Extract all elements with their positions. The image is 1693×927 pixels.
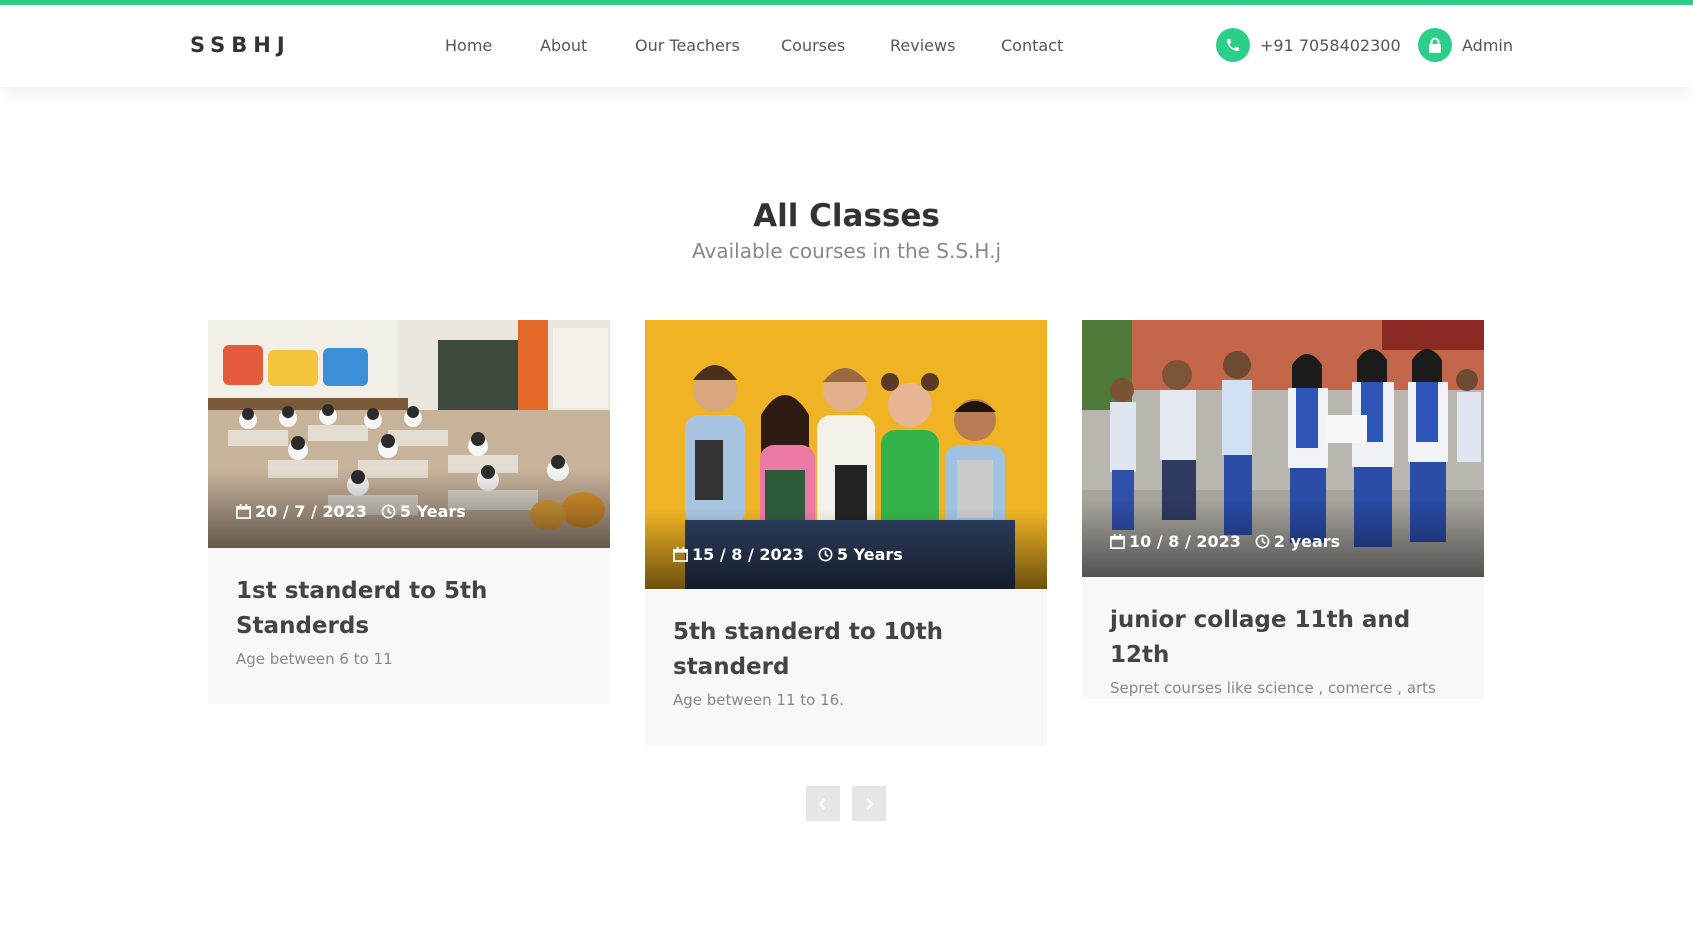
course-card[interactable]: 15 / 8 / 2023 5 Years 5th standerd to 10… — [645, 320, 1047, 746]
course-meta: 20 / 7 / 2023 5 Years — [236, 502, 480, 521]
chevron-right-icon — [866, 797, 874, 810]
clock-icon — [1255, 534, 1270, 549]
course-description: Age between 6 to 11 — [236, 650, 393, 668]
phone-number: +91 7058402300 — [1260, 35, 1401, 55]
brand-logo[interactable]: SSBHJ — [190, 33, 291, 57]
nav-our-teachers[interactable]: Our Teachers — [635, 36, 740, 55]
course-duration: 2 years — [1273, 532, 1341, 551]
course-date: 20 / 7 / 2023 — [255, 502, 367, 521]
nav-about[interactable]: About — [540, 36, 587, 55]
section-title: All Classes — [753, 198, 940, 234]
course-meta: 15 / 8 / 2023 5 Years — [673, 545, 917, 564]
carousel-prev-button[interactable] — [806, 786, 840, 821]
course-date: 10 / 8 / 2023 — [1129, 532, 1241, 551]
lock-icon — [1418, 28, 1452, 62]
course-title[interactable]: 5th standerd to 10th standerd — [673, 615, 1019, 685]
course-meta: 10 / 8 / 2023 2 years — [1110, 532, 1354, 551]
chevron-left-icon — [818, 797, 826, 810]
admin-label: Admin — [1462, 35, 1513, 55]
navbar: SSBHJ Home About Our Teachers Courses Re… — [0, 5, 1693, 87]
course-card[interactable]: 20 / 7 / 2023 5 Years 1st standerd to 5t… — [208, 320, 610, 704]
carousel-next-button[interactable] — [852, 786, 886, 821]
phone-icon — [1216, 28, 1250, 62]
course-duration: 5 Years — [836, 545, 903, 564]
course-date: 15 / 8 / 2023 — [692, 545, 804, 564]
students-yellow-background-photo: 15 / 8 / 2023 5 Years — [645, 320, 1047, 589]
calendar-icon — [236, 504, 251, 519]
nav-reviews[interactable]: Reviews — [890, 36, 955, 55]
nav-contact[interactable]: Contact — [1001, 36, 1063, 55]
clock-icon — [381, 504, 396, 519]
classroom-photo: 20 / 7 / 2023 5 Years — [208, 320, 610, 548]
phone-contact[interactable]: +91 7058402300 — [1216, 28, 1401, 62]
course-description: Sepret courses like science , comerce , … — [1110, 679, 1436, 697]
course-title[interactable]: junior collage 11th and 12th — [1110, 603, 1456, 673]
clock-icon — [818, 547, 833, 562]
section-subtitle: Available courses in the S.S.H.j — [692, 239, 1001, 263]
course-description: Age between 11 to 16. — [673, 691, 844, 709]
admin-link[interactable]: Admin — [1418, 28, 1513, 62]
course-title[interactable]: 1st standerd to 5th Standerds — [236, 574, 582, 644]
college-students-photo: 10 / 8 / 2023 2 years — [1082, 320, 1484, 577]
nav-courses[interactable]: Courses — [781, 36, 845, 55]
course-card[interactable]: 10 / 8 / 2023 2 years junior collage 11t… — [1082, 320, 1484, 699]
calendar-icon — [1110, 534, 1125, 549]
nav-home[interactable]: Home — [445, 36, 492, 55]
carousel-controls — [806, 786, 898, 821]
course-duration: 5 Years — [399, 502, 466, 521]
calendar-icon — [673, 547, 688, 562]
